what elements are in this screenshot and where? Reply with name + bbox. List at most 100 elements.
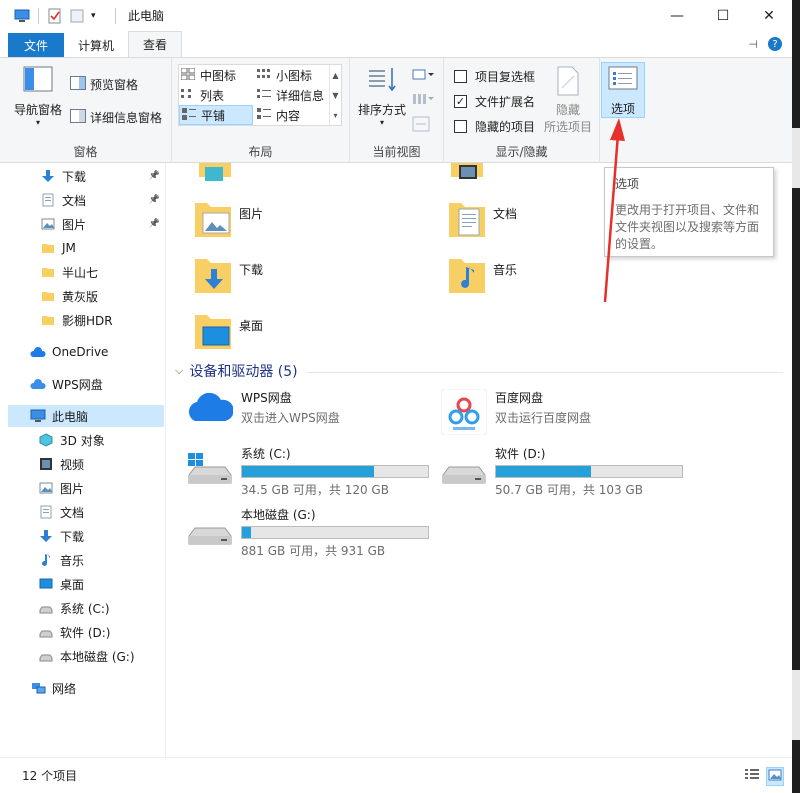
pin-ribbon-icon[interactable]: ⊣	[748, 38, 758, 51]
drive-icon	[38, 624, 54, 640]
pin-icon[interactable]: 📌	[149, 195, 160, 205]
quick-access-toolbar: ▾	[0, 7, 118, 24]
nav-item-4[interactable]: 半山七	[8, 261, 164, 283]
layout-details[interactable]: 详细信息	[255, 85, 331, 105]
section-divider	[307, 372, 783, 373]
layout-scroll[interactable]: ▲ ▼ ▾	[329, 65, 341, 125]
item-checkboxes-checkbox[interactable]	[454, 70, 467, 83]
devices-section-header[interactable]: ⌵ 设备和驱动器 (5)	[175, 361, 298, 381]
nav-item-16[interactable]: 桌面	[8, 573, 164, 595]
item-checkboxes-toggle[interactable]: 项目复选框	[454, 68, 535, 85]
chevron-down-icon[interactable]: ▼	[332, 91, 338, 100]
nav-item-19[interactable]: 本地磁盘 (G:)	[8, 645, 164, 667]
nav-item-label: 图片	[60, 481, 85, 496]
layout-small-icons[interactable]: 小图标	[255, 65, 331, 85]
hidden-items-checkbox[interactable]	[454, 120, 467, 133]
nav-item-11[interactable]: 视频	[8, 453, 164, 475]
nav-item-12[interactable]: 图片	[8, 477, 164, 499]
content-view-icon	[257, 107, 271, 123]
details-view-icon[interactable]	[744, 767, 760, 786]
nav-item-7[interactable]: OneDrive	[8, 341, 164, 363]
nav-item-label: 本地磁盘 (G:)	[60, 649, 135, 664]
music-icon	[38, 552, 54, 568]
nav-item-20[interactable]: 网络	[8, 677, 164, 699]
layout-content[interactable]: 内容	[255, 105, 331, 125]
nav-item-2[interactable]: 图片 📌	[8, 213, 164, 235]
nav-item-10[interactable]: 3D 对象	[8, 429, 164, 451]
help-icon[interactable]: ?	[768, 37, 782, 51]
folder-icon	[40, 240, 56, 256]
drive-c[interactable]: 系统 (C:) 34.5 GB 可用，共 120 GB	[187, 445, 429, 498]
nav-item-17[interactable]: 系统 (C:)	[8, 597, 164, 619]
preview-pane-button[interactable]: 预览窗格	[70, 76, 138, 93]
nav-item-8[interactable]: WPS网盘	[8, 373, 164, 395]
new-folder-icon[interactable]	[69, 8, 85, 24]
nav-item-18[interactable]: 软件 (D:)	[8, 621, 164, 643]
medium-icons-icon	[180, 67, 196, 83]
tab-view[interactable]: 查看	[128, 31, 183, 57]
nav-item-13[interactable]: 文档	[8, 501, 164, 523]
nav-item-label: 桌面	[60, 577, 85, 592]
large-icons-view-icon[interactable]	[766, 767, 784, 786]
nav-item-14[interactable]: 下载	[8, 525, 164, 547]
preview-pane-icon	[70, 76, 86, 93]
sort-icon	[365, 66, 399, 97]
hidden-items-toggle[interactable]: 隐藏的项目	[454, 118, 535, 135]
drive-baidu-netdisk[interactable]: 百度网盘 双击运行百度网盘	[440, 388, 591, 438]
chevron-up-icon[interactable]: ▲	[332, 71, 338, 80]
options-tooltip: 选项 更改用于打开项目、文件和文件夹视图以及搜索等方面的设置。	[604, 167, 774, 257]
drive-g[interactable]: 本地磁盘 (G:) 881 GB 可用，共 931 GB	[187, 506, 429, 559]
maximize-button[interactable]: ☐	[700, 0, 746, 31]
network-icon	[30, 680, 46, 696]
3d-objects-folder-partial[interactable]	[197, 163, 233, 186]
document-icon	[40, 192, 56, 208]
desktop-background-strip	[792, 0, 800, 793]
nav-item-0[interactable]: 下载 📌	[8, 165, 164, 187]
nav-item-label: JM	[62, 241, 76, 255]
nav-item-label: 黄灰版	[62, 289, 99, 304]
explorer-window: ▾ 此电脑 — ☐ ✕ 文件 计算机 查看 ⊣ ? 导航窗格 ▾ 预览窗格 详细…	[0, 0, 792, 793]
window-title: 此电脑	[128, 9, 165, 23]
small-icons-icon	[257, 68, 271, 83]
options-button[interactable]: 选项	[601, 62, 645, 118]
videos-folder-partial[interactable]	[449, 163, 485, 186]
nav-item-5[interactable]: 黄灰版	[8, 285, 164, 307]
nav-item-label: 网络	[52, 681, 77, 696]
nav-item-15[interactable]: 音乐	[8, 549, 164, 571]
pin-icon[interactable]: 📌	[149, 171, 160, 181]
folder-documents[interactable]: 文档	[447, 199, 517, 242]
drive-d[interactable]: 软件 (D:) 50.7 GB 可用，共 103 GB	[441, 445, 683, 498]
nav-pane-button[interactable]: 导航窗格 ▾	[12, 66, 64, 127]
nav-item-6[interactable]: 影棚HDR	[8, 309, 164, 331]
layout-list[interactable]: 列表	[179, 85, 253, 105]
folder-pictures[interactable]: 图片	[193, 199, 263, 242]
close-button[interactable]: ✕	[746, 0, 792, 31]
download-arrow-icon	[40, 168, 56, 184]
expand-gallery-icon[interactable]: ▾	[333, 111, 337, 120]
folder-music[interactable]: 音乐	[447, 255, 517, 298]
drive-wps-cloud[interactable]: WPS网盘 双击进入WPS网盘	[187, 389, 340, 430]
pin-icon[interactable]: 📌	[149, 219, 160, 229]
tab-computer[interactable]: 计算机	[64, 33, 128, 57]
folder-downloads[interactable]: 下载	[193, 255, 263, 298]
layout-medium-icons[interactable]: 中图标	[179, 65, 253, 85]
downloads-folder-icon	[193, 255, 233, 298]
sort-by-button[interactable]: 排序方式 ▾	[356, 66, 408, 127]
details-pane-button[interactable]: 详细信息窗格	[70, 109, 162, 126]
folder-desktop[interactable]: 桌面	[193, 311, 263, 354]
baidu-netdisk-icon	[440, 388, 488, 438]
tab-file[interactable]: 文件	[8, 33, 64, 57]
properties-icon[interactable]	[47, 8, 63, 24]
chevron-down-icon[interactable]: ⌵	[175, 364, 183, 378]
file-extensions-checkbox[interactable]: ✓	[454, 95, 467, 108]
minimize-button[interactable]: —	[654, 0, 700, 31]
nav-item-3[interactable]: JM	[8, 237, 164, 259]
chevron-down-icon: ▾	[379, 118, 384, 127]
group-by-icon[interactable]	[412, 68, 436, 85]
nav-item-1[interactable]: 文档 📌	[8, 189, 164, 211]
file-extensions-toggle[interactable]: ✓ 文件扩展名	[454, 93, 535, 110]
nav-item-9[interactable]: 此电脑	[8, 405, 164, 427]
chevron-down-icon[interactable]: ▾	[91, 8, 107, 24]
document-icon	[38, 504, 54, 520]
layout-tiles[interactable]: 平铺	[179, 105, 253, 125]
